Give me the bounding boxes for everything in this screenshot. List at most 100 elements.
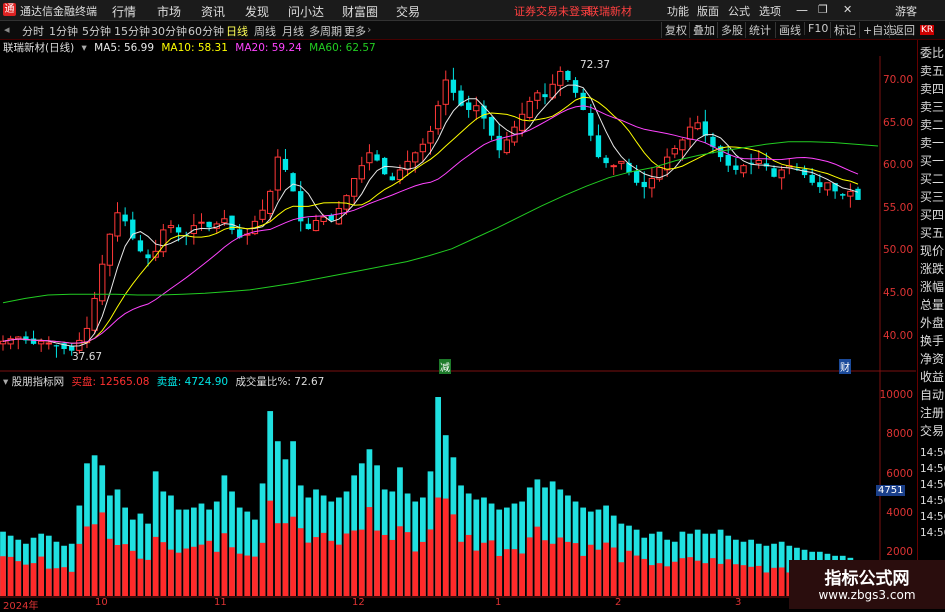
sidebar-item-change-pct[interactable]: 涨幅 [920,280,944,294]
indicator-dropdown-icon[interactable]: ▾ [3,376,8,388]
sidebar-item-trade[interactable]: 交易 [920,424,944,438]
volume-buy-bar [183,548,190,596]
btn-fanhui[interactable]: 返回 [889,22,918,38]
period-multi[interactable]: 多周期 [309,23,342,39]
menu-hangqing[interactable]: 行情 [112,3,136,20]
candle-body [152,250,159,258]
sidebar-item-buy4[interactable]: 买四 [920,208,944,222]
period-1min[interactable]: 1分钟 [49,23,78,39]
period-fenshi[interactable]: 分时 [22,23,44,39]
candle-body [778,169,785,179]
volume-sell-bar [343,491,350,596]
quote-sidebar: KR 委比 卖五 卖四 卖三 卖二 卖一 买一 买二 买三 买四 买五 现价 涨… [917,25,945,609]
period-more[interactable]: 更多 [344,23,366,39]
period-60min[interactable]: 60分钟 [188,23,224,39]
sidebar-item-register[interactable]: 注册 [920,406,944,420]
menu-faxian[interactable]: 发现 [245,3,269,20]
sidebar-item-sell4[interactable]: 卖四 [920,82,944,96]
candle-body [137,240,144,252]
volume-sell-bar [137,513,144,596]
volume-buy-bar [7,556,14,596]
candle-body [458,90,464,106]
candle-body [122,214,128,222]
close-icon[interactable]: ✕ [843,3,852,16]
sidebar-item-netasset[interactable]: 净资 [920,352,944,366]
candle-body [320,216,327,222]
volume-sell-bar [755,543,762,596]
btn-diejia[interactable]: 叠加 [689,22,718,38]
candle-body [23,336,29,341]
sidebar-item-sell3[interactable]: 卖三 [920,100,944,114]
volume-buy-bar [717,563,724,596]
btn-huaxian[interactable]: 画线 [775,22,804,38]
current-stock-name: 联瑞新材 [588,5,632,18]
sidebar-item-buy2[interactable]: 买二 [920,172,944,186]
btn-biaoji[interactable]: 标记 [830,22,859,38]
sidebar-item-volume[interactable]: 总量 [920,298,944,312]
btn-fuquan[interactable]: 复权 [661,22,690,38]
volume-sell-bar [503,507,510,596]
btn-duogu[interactable]: 多股 [717,22,746,38]
menu-zixun[interactable]: 资讯 [201,3,225,20]
period-5min[interactable]: 5分钟 [82,23,111,39]
menu-gongshi[interactable]: 公式 [728,3,750,19]
menu-wenxiaoda[interactable]: 问小达 [288,3,324,20]
sidebar-item-buy3[interactable]: 买三 [920,190,944,204]
kline-chart[interactable] [0,0,945,609]
volume-sell-bar [45,535,52,596]
ma20-line [2,105,859,344]
sidebar-item-sell5[interactable]: 卖五 [920,64,944,78]
watermark-url: www.zbgs3.com [818,588,916,602]
period-15min[interactable]: 15分钟 [114,23,150,39]
menu-shichang[interactable]: 市场 [157,3,181,20]
volume-buy-bar [488,540,495,596]
sidebar-item-sell2[interactable]: 卖二 [920,118,944,132]
menu-gongneng[interactable]: 功能 [667,3,689,19]
trade-login-status[interactable]: 证券交易未登录 [514,3,591,19]
menu-xuanxiang[interactable]: 选项 [759,3,781,19]
candle-body [855,188,861,200]
sidebar-item-sell1[interactable]: 卖一 [920,136,944,150]
finance-tag[interactable]: 财 [839,359,851,374]
menu-jiaoyi[interactable]: 交易 [396,3,420,20]
period-daily[interactable]: 日线 [226,23,248,39]
sidebar-item-buy1[interactable]: 买一 [920,154,944,168]
volume-buy-bar [221,533,228,596]
volume-sell-bar [641,537,648,596]
period-weekly[interactable]: 周线 [254,23,276,39]
guest-label[interactable]: 游客 [895,3,917,19]
sidebar-item-outer[interactable]: 外盘 [920,316,944,330]
candle-body [282,158,289,170]
menu-banmian[interactable]: 版面 [697,3,719,19]
minimize-icon[interactable]: — [796,3,808,17]
volume-sell-bar [297,485,304,596]
volume-buy-bar [442,498,449,596]
candle-body [83,327,91,344]
volume-buy-bar [755,565,762,596]
ma-dropdown-icon[interactable]: ▾ [82,42,87,54]
candle-body [671,148,678,155]
candle-body [61,343,67,349]
volume-buy-bar [290,516,296,596]
sidebar-item-change[interactable]: 涨跌 [920,262,944,276]
sidebar-item-turnover[interactable]: 换手 [920,334,944,348]
sidebar-item-eps[interactable]: 收益 [920,370,944,384]
sidebar-item-buy5[interactable]: 买五 [920,226,944,240]
x-tick: 10 [95,597,108,608]
period-monthly[interactable]: 月线 [282,23,304,39]
sidebar-item-weibi[interactable]: 委比 [920,46,944,60]
sidebar-item-auto[interactable]: 自动 [920,388,944,402]
price-tick: 50.00 [882,244,913,256]
sidebar-item-price[interactable]: 现价 [920,244,944,258]
period-30min[interactable]: 30分钟 [151,23,187,39]
restore-icon[interactable]: ❐ [818,3,828,16]
reduce-tag[interactable]: 减 [439,359,451,374]
menu-caifuquan[interactable]: 财富圈 [342,3,378,20]
btn-tongji[interactable]: 统计 [745,22,774,38]
candle-body [37,340,45,345]
more-chevron-icon[interactable]: › [367,23,371,36]
btn-f10[interactable]: F10 [804,22,831,35]
candle-body [76,339,83,351]
toolbar-scroll-left-icon[interactable]: ◂ [4,23,10,36]
price-tick: 55.00 [882,202,913,214]
